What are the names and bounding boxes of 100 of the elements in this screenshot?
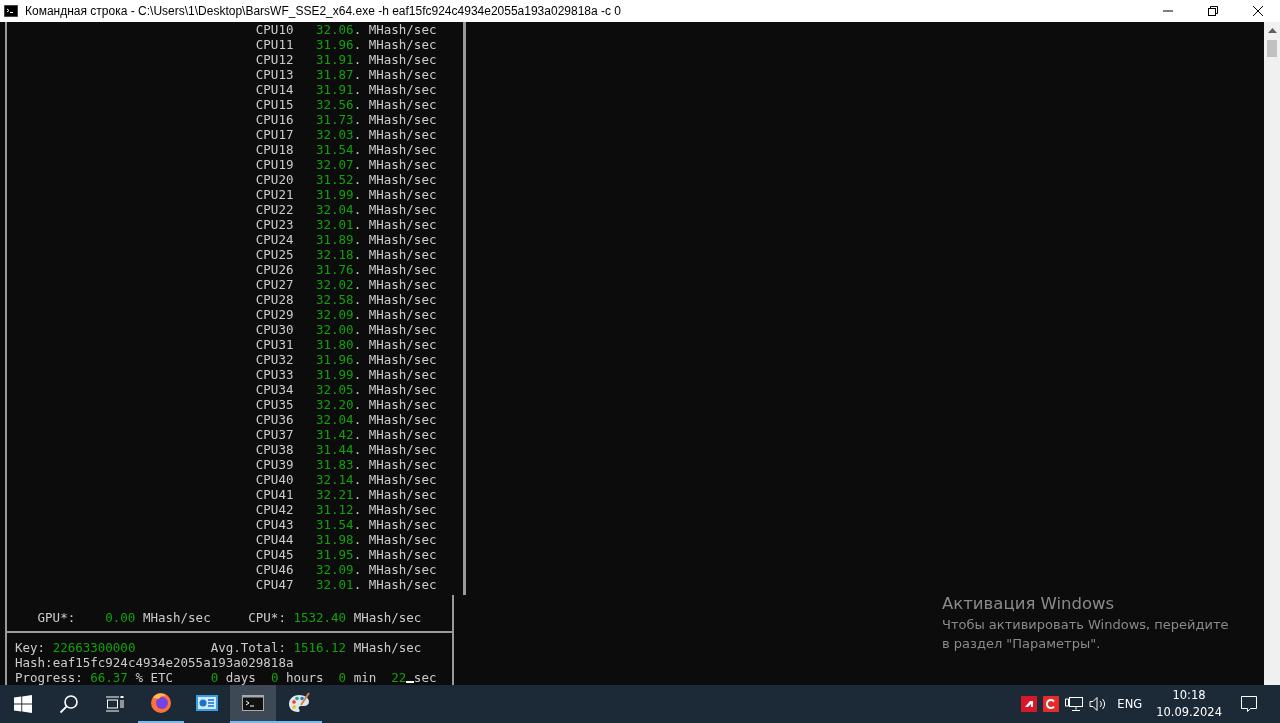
rate-unit: . MHash/sec: [353, 457, 437, 472]
cpu-label: CPU38: [255, 442, 295, 457]
rate-unit: . MHash/sec: [353, 157, 437, 172]
rate-unit: . MHash/sec: [353, 532, 437, 547]
rate-unit: . MHash/sec: [353, 547, 437, 562]
cpu-label: CPU35: [255, 397, 295, 412]
paint-palette-icon: [288, 692, 310, 714]
avg-label: Avg.Total:: [210, 640, 286, 655]
progress-value: 66.37: [90, 670, 128, 685]
rate-unit: . MHash/sec: [353, 187, 437, 202]
min-value: 0: [338, 670, 347, 685]
rate-unit: . MHash/sec: [353, 292, 437, 307]
hash-rate: 31.98: [316, 532, 354, 547]
language-indicator[interactable]: ENG: [1117, 697, 1143, 711]
key-value: 22663300000: [52, 640, 136, 655]
hash-text: Hash:eaf15fc924c4934e2055a193a029818a: [15, 655, 294, 670]
hash-rate: 32.06: [316, 22, 354, 37]
volume-icon[interactable]: [1089, 696, 1108, 712]
hash-rate: 32.18: [316, 247, 354, 262]
cpu-label: CPU23: [255, 217, 295, 232]
cpu-label: CPU21: [255, 187, 295, 202]
rate-unit: . MHash/sec: [353, 112, 437, 127]
hash-rate: 31.83: [316, 457, 354, 472]
hash-rate: 32.04: [316, 412, 354, 427]
hash-rate: 31.52: [316, 172, 354, 187]
cpu-label: CPU18: [255, 142, 295, 157]
rate-unit: . MHash/sec: [353, 367, 437, 382]
cpu-label: CPU30: [255, 322, 295, 337]
taskbar-app-button[interactable]: [230, 685, 276, 723]
rate-unit: . MHash/sec: [353, 472, 437, 487]
gpu-rate: 0.00: [105, 610, 136, 625]
rate-unit: . MHash/sec: [353, 67, 437, 82]
hash-rate: 32.09: [316, 562, 354, 577]
cpu-label: CPU12: [255, 52, 295, 67]
cpu-label: CPU29: [255, 307, 295, 322]
cpu-label: CPU44: [255, 532, 295, 547]
hash-rate: 32.56: [316, 97, 354, 112]
hash-rate: 31.99: [316, 187, 354, 202]
activation-title: Активация Windows: [942, 594, 1116, 613]
hash-rate: 32.14: [316, 472, 354, 487]
rate-unit: . MHash/sec: [353, 442, 437, 457]
cpu-label: CPU45: [255, 547, 295, 562]
hash-rate: 32.03: [316, 127, 354, 142]
cpu-label: CPU13: [255, 67, 295, 82]
cpu-label: CPU43: [255, 517, 295, 532]
min-unit: min: [353, 670, 377, 685]
activation-text: Чтобы активировать Windows, перейдите в раздел "Параметры".: [942, 616, 1230, 653]
rate-unit: . MHash/sec: [353, 52, 437, 67]
rate-unit: . MHash/sec: [353, 487, 437, 502]
days-value: 0: [210, 670, 219, 685]
hours-value: 0: [270, 670, 279, 685]
tray-app-icon[interactable]: [1043, 696, 1060, 712]
rate-unit: . MHash/sec: [353, 337, 437, 352]
scrollbar-thumb[interactable]: [1267, 40, 1277, 57]
cpu-label: CPU10: [255, 22, 295, 37]
hours-unit: hours: [285, 670, 324, 685]
rate-unit: . MHash/sec: [353, 397, 437, 412]
browser-icon: [150, 692, 172, 714]
cpu-label: CPU47: [255, 577, 295, 592]
cpu-label: CPU31: [255, 337, 295, 352]
cpu-label: CPU22: [255, 202, 295, 217]
tray-app-icon[interactable]: [1021, 696, 1038, 712]
hash-rate: 32.02: [316, 277, 354, 292]
cpu-label: CPU39: [255, 457, 295, 472]
rate-unit: . MHash/sec: [353, 262, 437, 277]
rate-unit: . MHash/sec: [353, 22, 437, 37]
window-title: Командная строка - C:\Users\1\Desktop\BarsWF_SSE2_x64.exe -h eaf15fc924c4934e2055a193a029818a -c 0: [25, 4, 621, 18]
network-icon[interactable]: [1065, 696, 1084, 712]
scroll-up-icon[interactable]: [1267, 28, 1277, 33]
rate-unit: . MHash/sec: [353, 577, 437, 592]
rate-unit: . MHash/sec: [353, 247, 437, 262]
progress-unit: % ETC: [135, 670, 174, 685]
rate-unit: . MHash/sec: [353, 172, 437, 187]
hash-rate: 31.54: [316, 142, 354, 157]
terminal-icon: [4, 5, 18, 17]
clock[interactable]: 10:18 10.09.2024: [1156, 687, 1222, 721]
progress-label: Progress:: [15, 670, 83, 685]
hash-rate: 31.73: [316, 112, 354, 127]
cpu-label: CPU14: [255, 82, 295, 97]
cpu-label: CPU34: [255, 382, 295, 397]
notifications-icon[interactable]: [1240, 695, 1258, 713]
search-icon: [59, 694, 79, 714]
rate-unit: . MHash/sec: [353, 202, 437, 217]
close-icon: [1252, 6, 1263, 16]
avg-value: 1516.12: [293, 640, 347, 655]
cpu-label: CPU11: [255, 37, 295, 52]
control-panel-icon: [196, 694, 218, 712]
task-view-icon: [106, 696, 124, 712]
rate-unit: MHash/sec: [353, 640, 422, 655]
hash-rate: 31.99: [316, 367, 354, 382]
cpu-label: CPU15: [255, 97, 295, 112]
hash-rate: 31.76: [316, 262, 354, 277]
hash-rate: 31.42: [316, 427, 354, 442]
rate-unit: . MHash/sec: [353, 82, 437, 97]
rate-unit: . MHash/sec: [353, 412, 437, 427]
key-label: Key:: [15, 640, 46, 655]
scrollbar[interactable]: [1264, 22, 1280, 685]
rate-unit: . MHash/sec: [353, 307, 437, 322]
hash-rate: 31.95: [316, 547, 354, 562]
rate-unit: . MHash/sec: [353, 232, 437, 247]
